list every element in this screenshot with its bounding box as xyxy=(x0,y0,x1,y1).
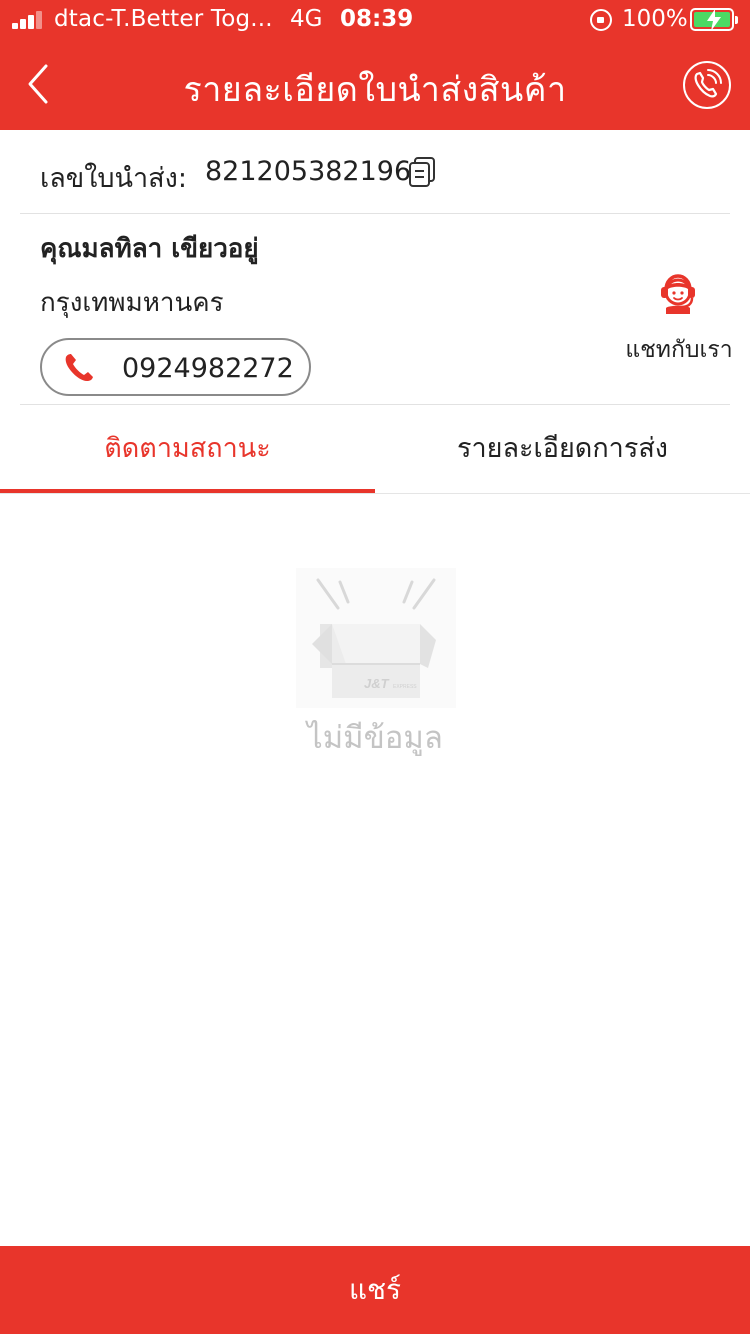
empty-state-text: ไม่มีข้อมูล xyxy=(307,720,443,756)
waybill-row: เลขใบนำส่ง: 821205382196 xyxy=(20,130,730,214)
phone-number: 0924982272 xyxy=(122,353,294,384)
tab-tracking[interactable]: ติดตามสถานะ xyxy=(0,405,375,493)
phone-icon xyxy=(65,354,93,381)
rotation-lock-icon xyxy=(590,9,612,31)
page-title: รายละเอียดใบนำส่งสินค้า xyxy=(183,70,567,110)
carrier-name: dtac-T.Better Tog... xyxy=(54,6,273,32)
phone-call-icon xyxy=(694,69,722,98)
signal-icon xyxy=(12,11,48,29)
battery-percent: 100% xyxy=(622,6,688,32)
recipient-phone-button[interactable]: 0924982272 xyxy=(40,338,311,396)
chat-with-us-button[interactable]: แชทกับเรา xyxy=(620,268,738,368)
tab-delivery-details[interactable]: รายละเอียดการส่ง xyxy=(375,405,750,493)
customer-service-icon xyxy=(661,274,695,314)
recipient-city: กรุงเทพมหานคร xyxy=(40,288,224,318)
waybill-number: 821205382196 xyxy=(205,156,412,187)
status-bar: dtac-T.Better Tog... 4G 08:39 100% xyxy=(0,0,750,40)
chat-label: แชทกับเรา xyxy=(625,337,733,363)
battery-icon xyxy=(690,8,738,31)
logo-subtext: EXPRESS xyxy=(393,684,417,690)
call-button[interactable] xyxy=(683,61,731,109)
recipient-name: คุณมลทิลา เขียวอยู่ xyxy=(40,234,259,264)
share-button[interactable]: แชร์ xyxy=(0,1246,750,1334)
status-time: 08:39 xyxy=(340,6,414,32)
waybill-label: เลขใบนำส่ง: xyxy=(40,163,187,194)
network-type: 4G xyxy=(290,6,323,32)
tab-divider xyxy=(0,493,750,494)
copy-icon[interactable] xyxy=(408,156,436,188)
logo-text: J&T xyxy=(364,676,390,691)
empty-box-illustration: J&T EXPRESS xyxy=(296,568,456,708)
